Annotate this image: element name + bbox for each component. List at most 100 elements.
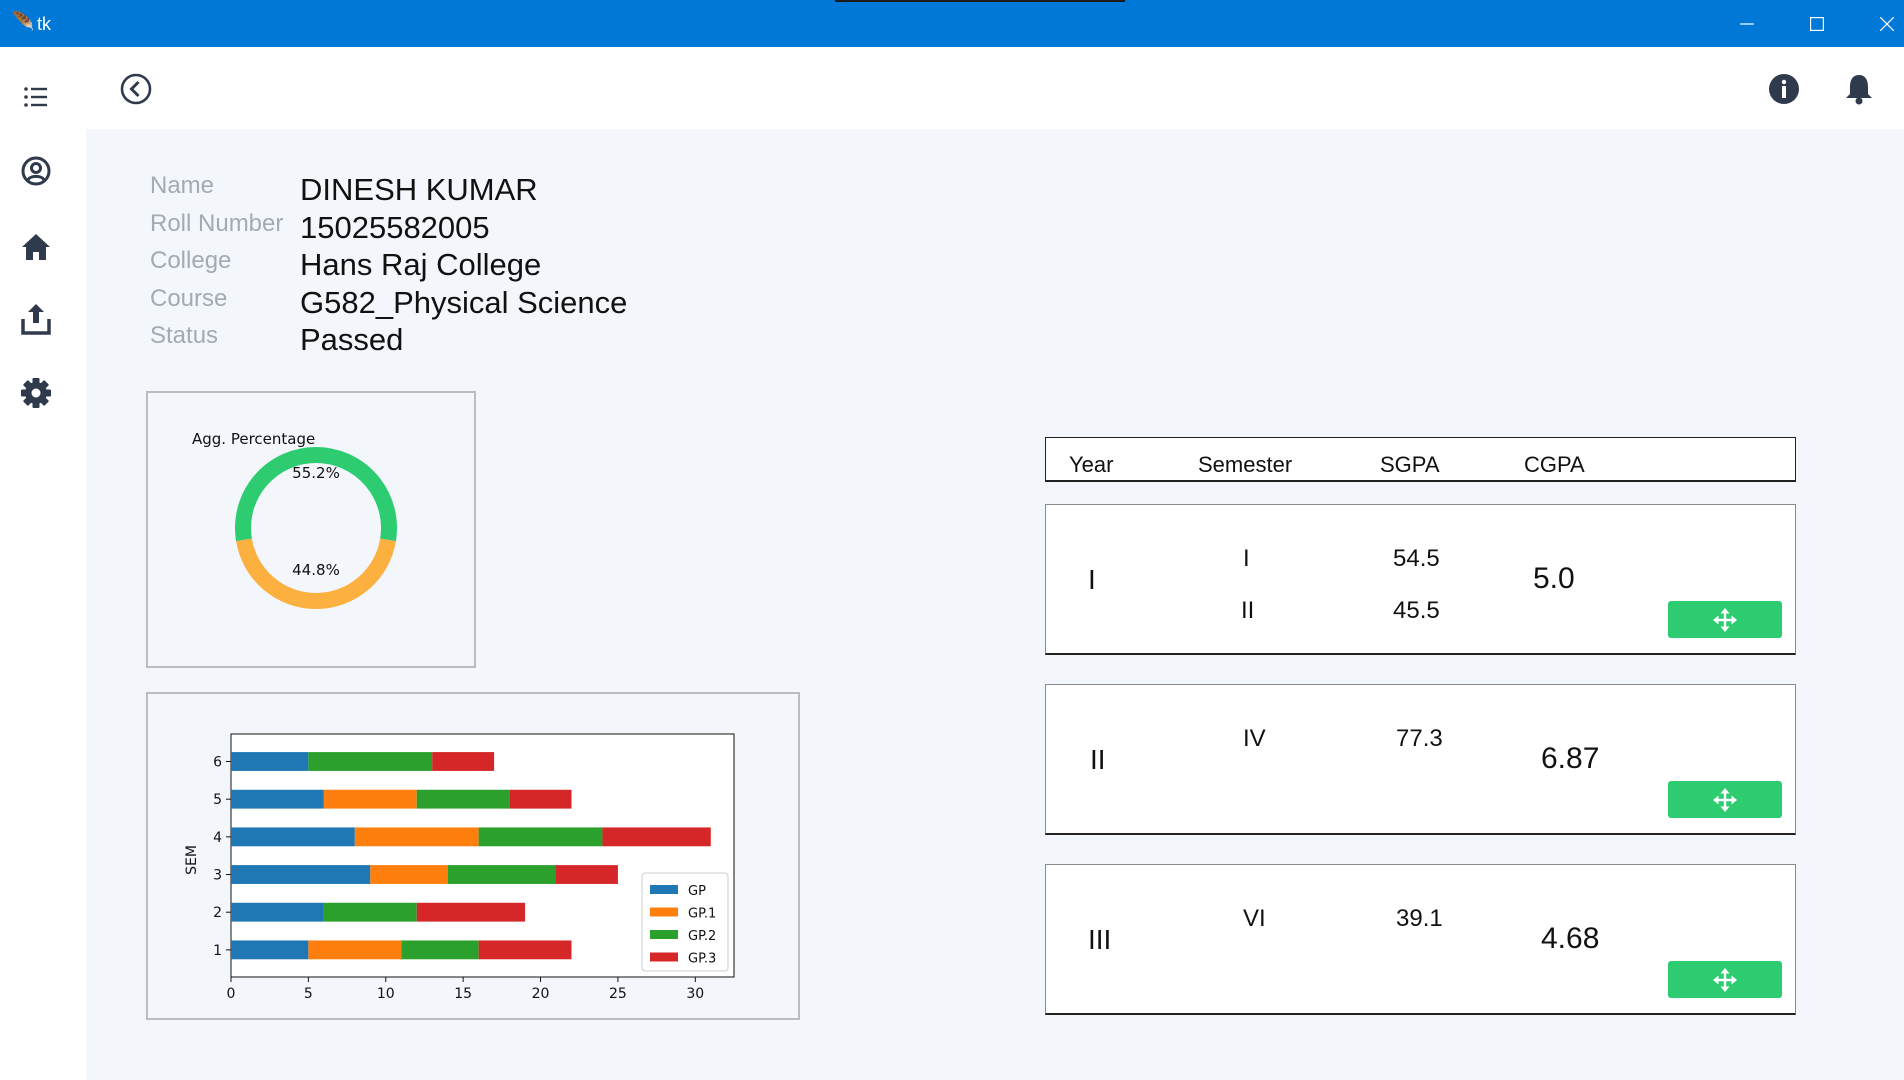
minimize-icon bbox=[1740, 22, 1754, 25]
home-icon bbox=[22, 234, 50, 260]
semester-header: Semester bbox=[1198, 452, 1293, 477]
year-row: II IV 77.3 6.87 bbox=[1045, 684, 1796, 835]
aggregate-percentage-panel: Agg. Percentage 55.2% 44.8% bbox=[146, 391, 476, 668]
legend-swatch bbox=[650, 952, 678, 962]
back-button[interactable] bbox=[118, 71, 154, 107]
expand-details-button[interactable] bbox=[1668, 961, 1782, 998]
cgpa-value: 6.87 bbox=[1541, 742, 1600, 775]
menu-icon bbox=[24, 87, 47, 107]
sgpa-header: SGPA bbox=[1380, 452, 1440, 477]
expand-details-button[interactable] bbox=[1668, 601, 1782, 638]
bar-segment bbox=[323, 789, 417, 809]
legend-label: GP.3 bbox=[688, 952, 716, 967]
status-value: Passed bbox=[300, 322, 404, 357]
window-titlebar: 🪶 tk bbox=[0, 0, 1904, 47]
course-value: G582_Physical Science bbox=[300, 285, 628, 320]
bar-segment bbox=[478, 827, 603, 847]
course-label: Course bbox=[150, 285, 228, 312]
sidebar bbox=[0, 47, 86, 1080]
profile-button[interactable] bbox=[18, 153, 54, 189]
x-tick-label: 15 bbox=[454, 986, 472, 1002]
maximize-button[interactable] bbox=[1780, 0, 1854, 47]
name-value: DINESH KUMAR bbox=[300, 172, 538, 207]
year-value: II bbox=[1090, 744, 1106, 775]
y-tick-label: 5 bbox=[213, 792, 222, 808]
year-value: III bbox=[1088, 924, 1112, 955]
x-tick-label: 5 bbox=[304, 986, 313, 1002]
info-icon bbox=[1769, 74, 1799, 104]
bar-segment bbox=[308, 752, 433, 771]
info-button[interactable] bbox=[1766, 71, 1802, 107]
upload-button[interactable] bbox=[18, 301, 54, 337]
y-tick-label: 4 bbox=[213, 830, 222, 846]
bar-segment bbox=[556, 865, 618, 884]
name-label: Name bbox=[150, 172, 215, 199]
roll-number-value: 15025582005 bbox=[300, 210, 490, 245]
results-table-header: Year Semester SGPA CGPA bbox=[1045, 437, 1796, 482]
semester-gp-bar-chart: 1 2 3 4 5 6 0 5 10 15 20 25 30 SEM GP GP.1 GP.2 GP.3 bbox=[184, 733, 735, 1002]
upload-icon bbox=[21, 304, 51, 335]
legend-swatch bbox=[650, 885, 678, 894]
bar-segment bbox=[231, 902, 324, 922]
y-tick-label: 3 bbox=[213, 868, 222, 884]
cgpa-value: 4.68 bbox=[1541, 922, 1600, 955]
legend-label: GP.2 bbox=[688, 929, 716, 944]
semester-value: VI bbox=[1243, 905, 1266, 932]
bell-icon bbox=[1846, 75, 1872, 105]
year-header: Year bbox=[1069, 452, 1114, 477]
y-tick-label: 2 bbox=[213, 905, 222, 921]
bar-segment bbox=[416, 902, 526, 922]
sgpa-value: 54.5 bbox=[1393, 545, 1440, 572]
back-icon bbox=[120, 73, 152, 105]
bar-segment bbox=[308, 940, 402, 960]
bar-segment bbox=[231, 940, 309, 960]
bar-segment bbox=[416, 789, 510, 809]
cgpa-value: 5.0 bbox=[1533, 562, 1575, 595]
close-button[interactable] bbox=[1850, 0, 1904, 47]
settings-button[interactable] bbox=[18, 375, 54, 411]
move-arrows-icon bbox=[1713, 787, 1737, 812]
semester-gp-panel: 1 2 3 4 5 6 0 5 10 15 20 25 30 SEM GP GP.1 GP.2 GP.3 bbox=[146, 692, 800, 1020]
donut-title: Agg. Percentage bbox=[192, 430, 315, 448]
notifications-button[interactable] bbox=[1841, 71, 1877, 107]
sgpa-value: 39.1 bbox=[1396, 905, 1443, 932]
bar-segment bbox=[602, 827, 711, 847]
bar-segment bbox=[447, 865, 557, 884]
college-value: Hans Raj College bbox=[300, 247, 542, 282]
legend-label: GP bbox=[688, 884, 706, 899]
home-button[interactable] bbox=[18, 229, 54, 265]
bar-segment bbox=[323, 902, 417, 922]
chart-legend: GP GP.1 GP.2 GP.3 bbox=[641, 872, 729, 972]
close-icon bbox=[1880, 16, 1894, 31]
semester-value: II bbox=[1241, 597, 1255, 624]
window-title: tk bbox=[37, 14, 52, 34]
bar-segment bbox=[401, 940, 479, 960]
maximize-icon bbox=[1810, 16, 1824, 31]
semester-value: I bbox=[1243, 545, 1250, 572]
settings-icon bbox=[21, 378, 51, 408]
profile-icon bbox=[21, 156, 51, 186]
semester-value: IV bbox=[1243, 725, 1266, 752]
legend-label: GP.1 bbox=[688, 907, 716, 922]
x-tick-label: 30 bbox=[686, 986, 704, 1002]
bar-segment bbox=[231, 789, 324, 809]
bar-segment bbox=[432, 752, 495, 771]
bar-segment bbox=[231, 865, 371, 884]
aggregate-donut-chart: Agg. Percentage 55.2% 44.8% bbox=[192, 430, 397, 609]
x-tick-label: 10 bbox=[377, 986, 395, 1002]
year-value: I bbox=[1088, 564, 1096, 595]
year-row: III VI 39.1 4.68 bbox=[1045, 864, 1796, 1015]
move-arrows-icon bbox=[1713, 607, 1737, 632]
expand-details-button[interactable] bbox=[1668, 781, 1782, 818]
x-tick-label: 25 bbox=[609, 986, 627, 1002]
bar-segment bbox=[478, 940, 572, 960]
minimize-button[interactable] bbox=[1710, 0, 1784, 47]
titlebar-accent bbox=[835, 0, 1125, 2]
x-tick-label: 0 bbox=[227, 986, 236, 1002]
move-arrows-icon bbox=[1713, 967, 1737, 992]
cgpa-header: CGPA bbox=[1524, 452, 1585, 477]
menu-button[interactable] bbox=[18, 79, 54, 115]
bar-segment bbox=[509, 789, 572, 809]
legend-swatch bbox=[650, 907, 678, 917]
x-tick-label: 20 bbox=[532, 986, 550, 1002]
